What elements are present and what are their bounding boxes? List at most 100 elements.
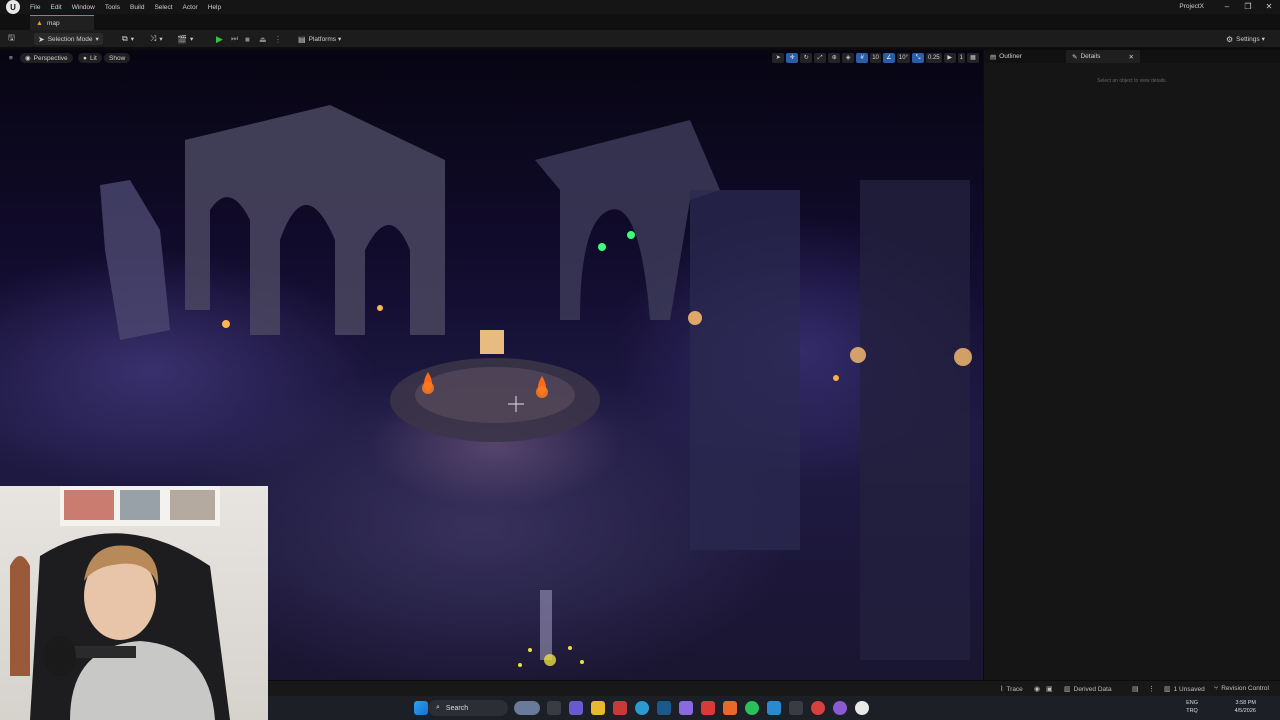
viewport-menu-icon[interactable]: ≡	[4, 53, 18, 63]
restore-button[interactable]: ❐	[1241, 2, 1255, 12]
grid-snap-icon[interactable]: #	[856, 53, 869, 63]
select-tool-icon[interactable]: ➤	[772, 53, 785, 63]
settings-button[interactable]: ⚙ Settings ▾	[1226, 33, 1265, 45]
tab-outliner[interactable]: ▤ Outliner	[984, 50, 1066, 63]
windows-start-icon[interactable]	[414, 701, 428, 715]
coordinate-space-icon[interactable]: ⊕	[828, 53, 841, 63]
scale-snap-value[interactable]: 0.25	[925, 53, 942, 63]
lit-label: Lit	[89, 54, 97, 62]
selection-mode-label: Selection Mode	[47, 35, 93, 43]
selection-mode-dropdown[interactable]: ➤ Selection Mode ▾	[34, 33, 103, 45]
surface-snap-icon[interactable]: ◈	[842, 53, 855, 63]
viewport-layout-icon[interactable]: ▦	[967, 53, 979, 63]
menu-select[interactable]: Select	[154, 4, 172, 11]
store-icon[interactable]	[657, 701, 671, 715]
menu-build[interactable]: Build	[130, 4, 144, 11]
telegram-icon[interactable]	[767, 701, 781, 715]
app-icon[interactable]	[679, 701, 693, 715]
unreal-logo-icon[interactable]: U	[6, 0, 20, 14]
edge-icon[interactable]	[635, 701, 649, 715]
rotate-tool-icon[interactable]: ↻	[800, 53, 813, 63]
rotation-snap-icon[interactable]: ∠	[882, 53, 895, 63]
more-icon[interactable]: ⋮	[1148, 685, 1158, 693]
search-icon: ⌕	[436, 704, 440, 711]
level-tab-label: map	[46, 19, 60, 27]
level-tab-map[interactable]: ▲ map	[30, 15, 94, 30]
status-indicator-icon-2[interactable]: ▣	[1046, 685, 1056, 693]
outliner-icon: ▤	[990, 53, 997, 61]
more-options-icon[interactable]: ⋮	[274, 33, 282, 45]
teams-icon[interactable]	[569, 701, 583, 715]
language-indicator[interactable]: ENG TRQ	[1186, 699, 1198, 715]
webcam-image	[10, 486, 230, 720]
revision-control-button[interactable]: ⑂ Revision Control	[1214, 685, 1269, 692]
perspective-dropdown[interactable]: ◉ Perspective	[20, 53, 73, 63]
clock-date: 4/5/2026	[1234, 708, 1256, 714]
status-indicator-icon[interactable]: ◉	[1034, 685, 1043, 693]
derived-data-icon: ▥	[1064, 686, 1071, 693]
unsaved-button[interactable]: ▥ 1 Unsaved	[1164, 685, 1205, 694]
derived-data-button[interactable]: ▥ Derived Data	[1064, 685, 1112, 694]
play-next-button[interactable]: ⏭	[231, 33, 238, 45]
close-window-button[interactable]: ✕	[1262, 2, 1276, 12]
revision-control-icon: ⑂	[1214, 685, 1219, 692]
cinematics-button[interactable]: 🎬 ▾	[177, 33, 193, 45]
save-icon[interactable]: 🖫	[8, 33, 18, 45]
menu-tools[interactable]: Tools	[105, 4, 120, 11]
close-icon[interactable]: ✕	[1129, 53, 1134, 61]
revision-control-label: Revision Control	[1221, 685, 1269, 692]
stop-button[interactable]: ■	[245, 33, 250, 45]
scale-snap-icon[interactable]: ⤡	[911, 53, 924, 63]
app-icon-2[interactable]	[701, 701, 715, 715]
widget-icon[interactable]	[514, 701, 540, 715]
whatsapp-icon[interactable]	[745, 701, 759, 715]
taskbar-clock[interactable]: 3:58 PM 4/5/2026	[1235, 699, 1256, 715]
level-tab-row: ▲ map	[0, 14, 1280, 30]
menu-help[interactable]: Help	[208, 4, 221, 11]
viewport-transform-controls: ➤ ✛ ↻ ⤢ ⊕ ◈ # 10 ∠ 10° ⤡ 0.25 ▶ 1 ▦	[772, 53, 979, 63]
chevron-down-icon: ▾	[338, 36, 342, 43]
file-explorer-icon[interactable]	[591, 701, 605, 715]
filezilla-icon[interactable]	[613, 701, 627, 715]
eject-button[interactable]: ⏏	[259, 33, 267, 45]
taskbar-search-box[interactable]: ⌕ Search	[428, 700, 508, 716]
gear-icon: ⚙	[1226, 34, 1234, 44]
minimize-button[interactable]: –	[1220, 2, 1234, 12]
platforms-dropdown[interactable]: ▤ Platforms ▾	[298, 33, 341, 45]
webcam-overlay	[0, 486, 268, 720]
menu-file[interactable]: File	[30, 4, 40, 11]
blueprints-button[interactable]: ⤨ ▾	[150, 33, 163, 45]
rotation-snap-value[interactable]: 10°	[896, 53, 910, 63]
cursor-icon: ➤	[38, 34, 45, 44]
outliner-tab-label: Outliner	[999, 53, 1022, 60]
derived-data-label: Derived Data	[1073, 685, 1112, 693]
grid-snap-value[interactable]: 10	[870, 53, 881, 63]
app-icon-4[interactable]	[789, 701, 803, 715]
translate-tool-icon[interactable]: ✛	[786, 53, 799, 63]
menu-actor[interactable]: Actor	[183, 4, 198, 11]
menu-window[interactable]: Window	[72, 4, 95, 11]
trace-button[interactable]: ⌇ Trace	[1000, 685, 1023, 694]
camera-speed-value[interactable]: 1	[957, 53, 965, 63]
menu-bar: U File Edit Window Tools Build Select Ac…	[0, 0, 1280, 14]
app-icon-3[interactable]	[723, 701, 737, 715]
main-toolbar: 🖫 ➤ Selection Mode ▾ ⧉ ▾ ⤨ ▾ 🎬 ▾ ▶ ⏭ ■ ⏏ ⋮ …	[0, 30, 1280, 48]
tab-details[interactable]: ✎ Details ✕	[1066, 50, 1140, 63]
level-icon: ▲	[36, 19, 43, 27]
menu-edit[interactable]: Edit	[50, 4, 61, 11]
content-icon[interactable]: ▤	[1132, 685, 1142, 693]
camera-icon: ◉	[25, 55, 31, 62]
show-dropdown[interactable]: Show	[104, 53, 131, 63]
task-view-icon[interactable]	[547, 701, 561, 715]
add-content-button[interactable]: ⧉ ▾	[122, 33, 134, 45]
lit-icon: ●	[83, 54, 87, 62]
unreal-taskbar-icon[interactable]	[855, 701, 869, 715]
trace-icon: ⌇	[1000, 686, 1004, 693]
chrome-icon[interactable]	[811, 701, 825, 715]
chevron-down-icon: ▾	[95, 36, 99, 43]
obs-icon[interactable]	[833, 701, 847, 715]
camera-speed-icon[interactable]: ▶	[943, 53, 956, 63]
view-mode-dropdown[interactable]: ● Lit	[78, 53, 102, 63]
play-button[interactable]: ▶	[216, 33, 223, 45]
scale-tool-icon[interactable]: ⤢	[814, 53, 827, 63]
